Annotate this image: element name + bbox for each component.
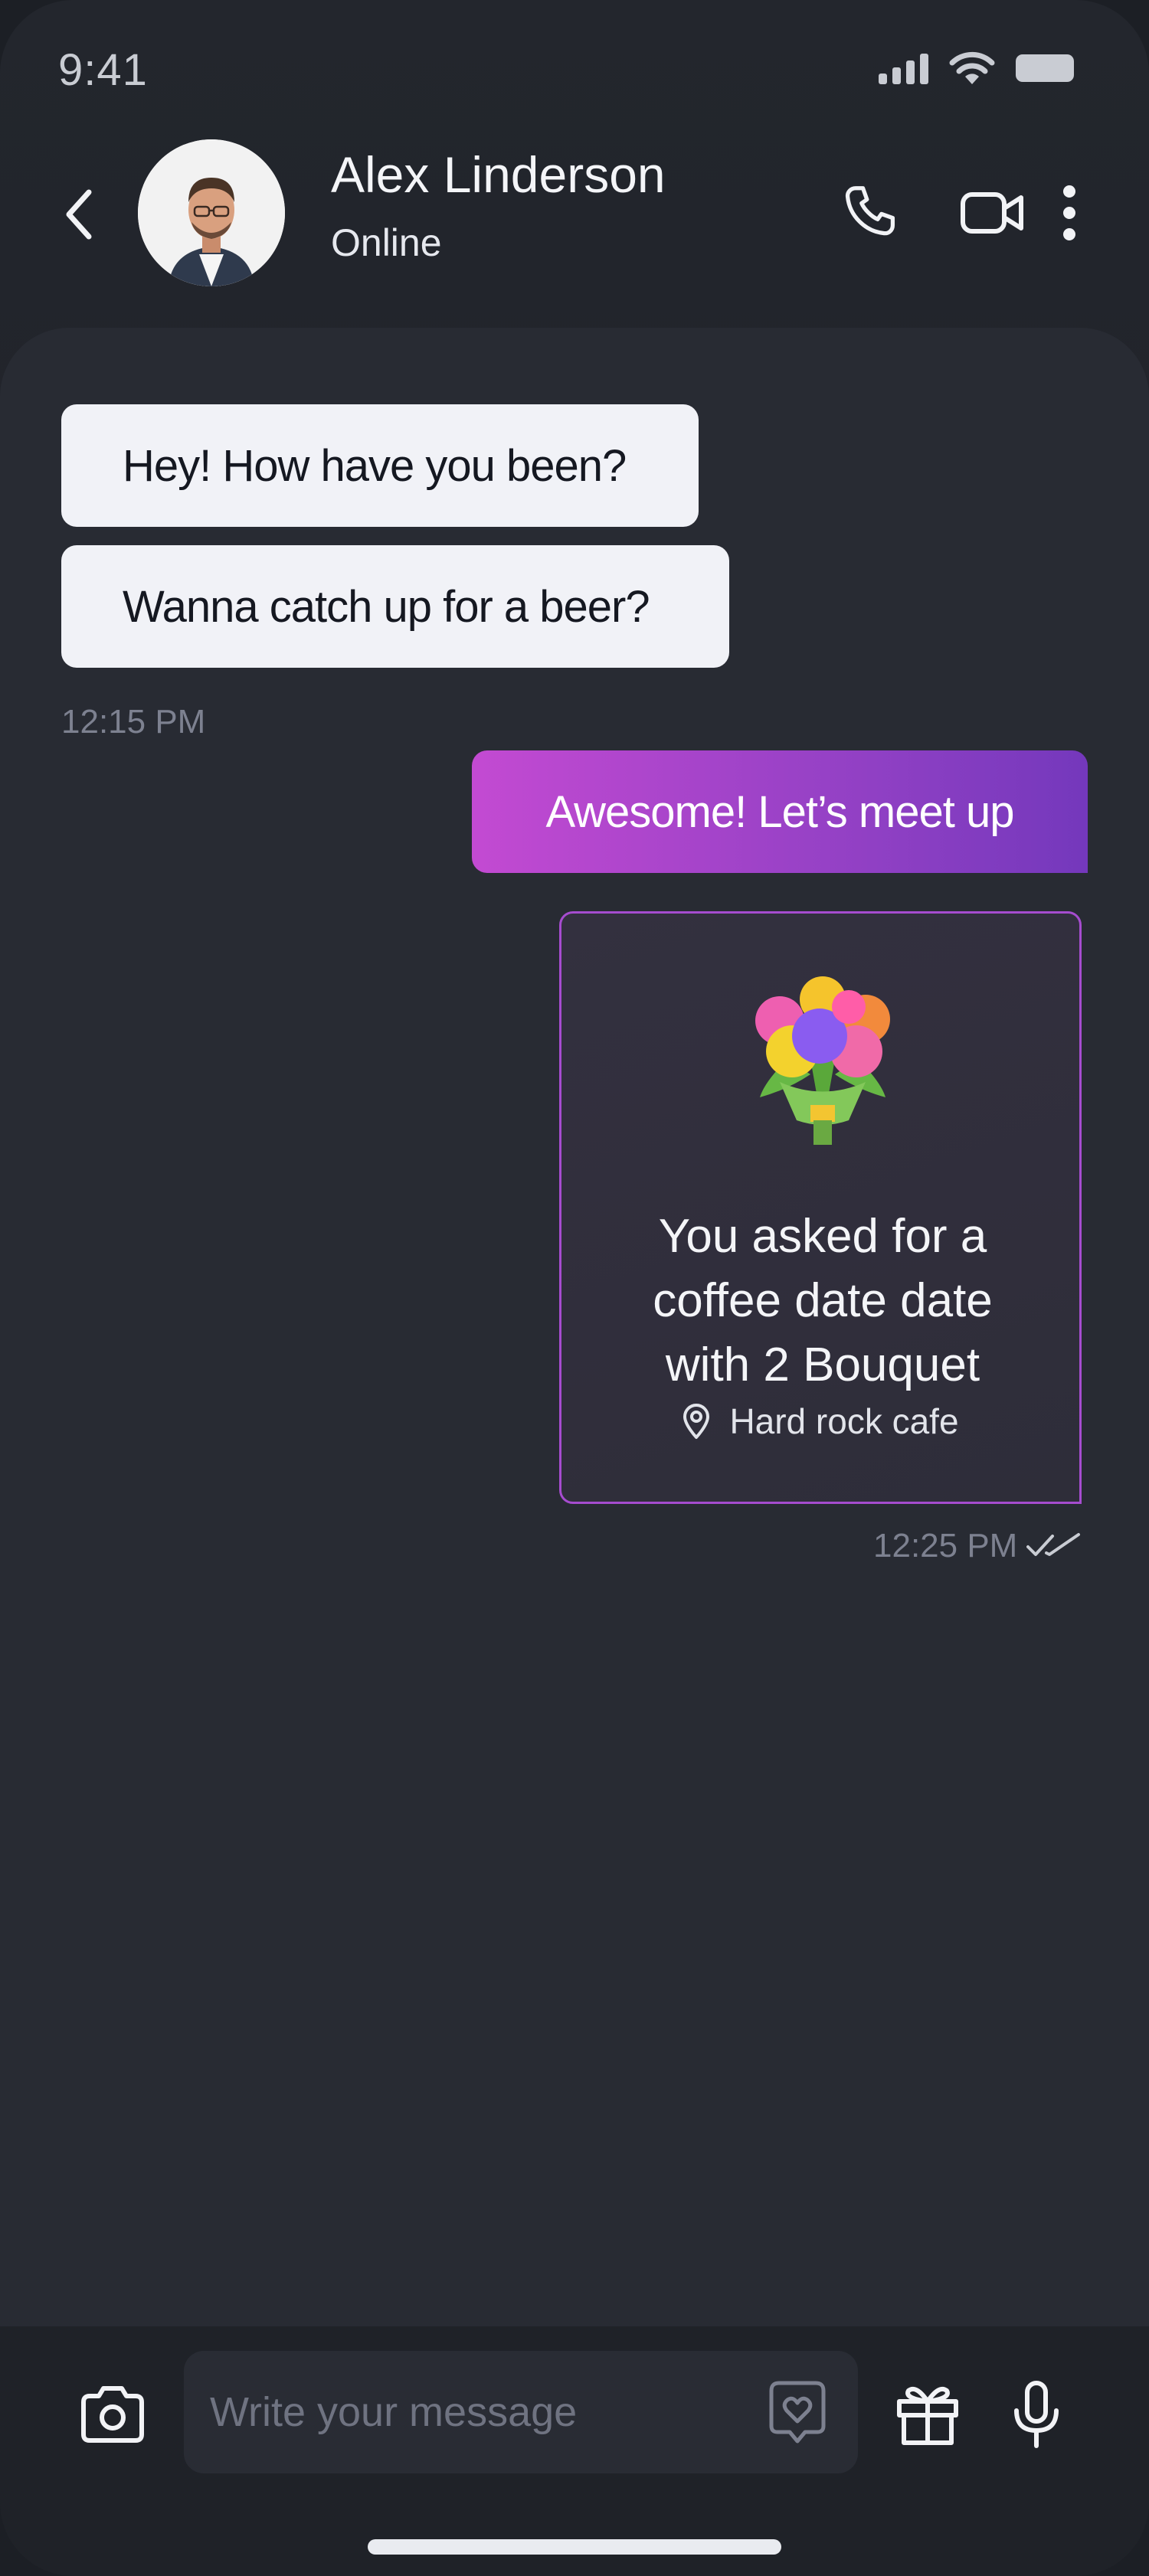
bouquet-icon (755, 976, 890, 1145)
gift-icon (897, 2386, 958, 2445)
video-call-button[interactable] (954, 175, 1031, 251)
battery-icon (1016, 54, 1074, 82)
message-time: 12:25 PM (873, 1527, 1018, 1564)
message-time: 12:15 PM (61, 703, 206, 740)
avatar[interactable] (138, 139, 285, 286)
home-indicator[interactable] (368, 2539, 781, 2555)
microphone-icon (1014, 2381, 1059, 2448)
status-time: 9:41 (58, 45, 148, 95)
video-icon (961, 192, 1023, 234)
signal-icon (879, 52, 928, 84)
gift-card-location: Hard rock cafe (561, 1401, 1079, 1442)
contact-status: Online (331, 221, 442, 264)
phone-icon (845, 186, 895, 236)
incoming-message[interactable]: Wanna catch up for a beer? (61, 545, 729, 668)
voice-call-button[interactable] (832, 175, 908, 251)
message-input[interactable] (210, 2351, 746, 2473)
avatar-image (138, 139, 285, 286)
more-options-button[interactable] (1046, 175, 1092, 251)
phone-screen: 9:41 Alex Linderson Online Hey! How have… (0, 0, 1149, 2576)
sticker-button[interactable] (763, 2378, 832, 2447)
gift-card-text-line: coffee date date (653, 1274, 993, 1327)
location-pin-icon (683, 1404, 710, 1439)
gift-card-text-line: with 2 Bouquet (665, 1339, 980, 1391)
back-button[interactable] (49, 178, 107, 251)
message-input-container (184, 2351, 858, 2473)
voice-message-button[interactable] (994, 2372, 1079, 2457)
more-icon (1063, 185, 1075, 240)
outgoing-message[interactable]: Awesome! Let’s meet up (472, 750, 1088, 873)
heart-sticker-icon (769, 2381, 826, 2444)
chat-area: Hey! How have you been? Wanna catch up f… (0, 328, 1149, 2326)
incoming-message[interactable]: Hey! How have you been? (61, 404, 699, 527)
gift-button[interactable] (885, 2372, 970, 2457)
wifi-icon (949, 51, 995, 84)
gift-card-text-line: You asked for a (658, 1210, 987, 1263)
gift-card-message[interactable]: You asked for a coffee date date with 2 … (559, 911, 1082, 1504)
status-icons (879, 51, 1074, 86)
camera-icon (81, 2386, 144, 2443)
camera-button[interactable] (70, 2372, 155, 2457)
gift-card-text: You asked for a coffee date date with 2 … (577, 1205, 1069, 1398)
chat-header: Alex Linderson Online (0, 130, 1149, 329)
composer-bar (0, 2326, 1149, 2576)
back-icon (66, 189, 92, 240)
location-label: Hard rock cafe (729, 1401, 959, 1441)
contact-name: Alex Linderson (331, 146, 666, 203)
status-bar: 9:41 (0, 0, 1149, 130)
double-check-icon (1026, 1533, 1080, 1556)
